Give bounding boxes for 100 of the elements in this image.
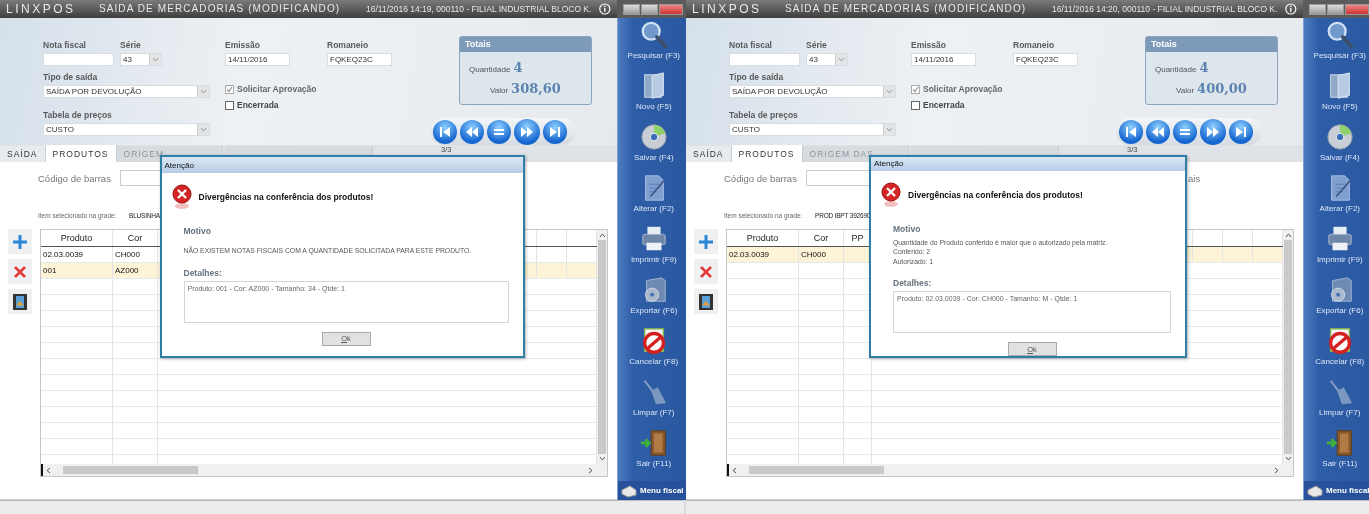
vertical-scrollbar[interactable] — [1283, 230, 1293, 464]
maximize-button[interactable] — [1327, 3, 1345, 15]
panel-title: Totais — [460, 37, 591, 52]
horizontal-scrollbar[interactable] — [41, 464, 607, 476]
first-button[interactable] — [1119, 119, 1143, 144]
previous-button[interactable] — [1146, 119, 1170, 144]
input-field[interactable]: FQKEQ23C — [327, 53, 392, 66]
next-icon — [1206, 125, 1220, 138]
previous-button[interactable] — [460, 119, 484, 144]
scroll-left-icon[interactable] — [46, 466, 51, 474]
dialog-heading: Divergências na conferência dos produtos! — [908, 189, 1083, 200]
next-button[interactable] — [1200, 118, 1226, 145]
sidebar-button[interactable]: Pesquisar (F3) — [618, 20, 690, 71]
vertical-scrollbar[interactable] — [597, 230, 607, 464]
film-button[interactable] — [8, 289, 32, 314]
tab[interactable]: SAÍDA — [686, 146, 732, 162]
caret-icon — [200, 127, 207, 132]
tab[interactable]: PRODUTOS — [731, 145, 803, 162]
first-button[interactable] — [433, 119, 457, 144]
table-cell: 02.03.0039 — [727, 247, 799, 262]
dialog-title: Atenção — [871, 157, 1185, 171]
previous-icon — [465, 125, 479, 138]
last-button[interactable] — [1229, 119, 1253, 144]
input-field[interactable]: 14/11/2016 — [225, 53, 290, 66]
select-field[interactable]: 43 — [806, 53, 848, 66]
checkbox[interactable] — [911, 100, 920, 110]
scroll-up-icon[interactable] — [1284, 233, 1292, 238]
delete-button[interactable] — [8, 259, 32, 284]
checkbox[interactable] — [225, 100, 234, 110]
first-icon — [438, 125, 452, 138]
section-label: Motivo — [183, 226, 212, 236]
select-field[interactable]: CUSTO — [43, 123, 210, 136]
select-field[interactable]: 43 — [120, 53, 162, 66]
session-info: 16/11/2016 14:19, 000110 - FILIAL INDUSTRIAL BLOCO K. — [366, 4, 592, 14]
total-value: 308,60 — [511, 81, 561, 96]
equals-button[interactable] — [1173, 119, 1197, 144]
film-icon — [698, 292, 714, 311]
sidebar-button[interactable]: Alterar (F2) — [1304, 173, 1369, 224]
plus-icon — [698, 233, 714, 250]
last-icon — [1234, 125, 1248, 138]
menu-fiscal-button[interactable]: Menu fiscal — [1304, 481, 1369, 500]
sidebar-button[interactable]: Alterar (F2) — [618, 173, 690, 224]
field-label: Código de barras — [724, 172, 798, 184]
input-field[interactable] — [729, 53, 800, 66]
field-label: Romaneio — [327, 40, 370, 50]
caret-icon — [152, 57, 159, 62]
field-label: ais — [1188, 172, 1202, 184]
scroll-right-icon[interactable] — [1274, 466, 1279, 474]
horizontal-scrollbar[interactable] — [727, 464, 1293, 476]
input-field[interactable] — [43, 53, 114, 66]
column-header[interactable]: Produto — [727, 230, 799, 246]
sidebar-button[interactable]: Novo (F5) — [1304, 71, 1369, 122]
sidebar-button[interactable]: Cancelar (F8) — [1304, 326, 1369, 377]
select-field[interactable]: SAÍDA POR DEVOLUÇÃO — [729, 85, 896, 98]
scroll-right-icon[interactable] — [588, 466, 593, 474]
sidebar-button[interactable]: Pesquisar (F3) — [1304, 20, 1369, 71]
field-label: Nota fiscal — [729, 40, 773, 50]
column-header[interactable]: Cor — [799, 230, 844, 246]
sidebar-button[interactable]: Salvar (F4) — [1304, 122, 1369, 173]
tab[interactable]: SAÍDA — [0, 146, 46, 162]
input-field[interactable]: FQKEQ23C — [1013, 53, 1078, 66]
last-icon — [548, 125, 562, 138]
scroll-left-icon[interactable] — [732, 466, 737, 474]
field-label: Nota fiscal — [43, 40, 87, 50]
input-field[interactable]: 14/11/2016 — [911, 53, 976, 66]
maximize-button[interactable] — [641, 3, 659, 15]
close-button[interactable] — [1345, 3, 1369, 15]
select-field[interactable]: CUSTO — [729, 123, 896, 136]
column-header[interactable]: Produto — [41, 230, 113, 246]
column-header[interactable]: Cor — [113, 230, 158, 246]
minimize-button[interactable] — [623, 3, 641, 15]
field-label: Série — [806, 40, 828, 50]
disc-icon — [1324, 122, 1355, 152]
field-label: Tabela de preços — [43, 110, 113, 120]
film-button[interactable] — [694, 289, 718, 314]
caret-icon — [886, 127, 893, 132]
equals-button[interactable] — [487, 119, 511, 144]
checkbox-label: Encerrada — [923, 100, 965, 110]
delete-button[interactable] — [694, 259, 718, 284]
next-button[interactable] — [514, 118, 540, 145]
close-button[interactable] — [659, 3, 684, 15]
sidebar-button[interactable]: Limpar (F7) — [618, 377, 690, 428]
section-label: Detalhes: — [893, 278, 933, 288]
minimize-button[interactable] — [1309, 3, 1327, 15]
sidebar-button[interactable]: Imprimir (F9) — [1304, 224, 1369, 275]
tab[interactable]: PRODUTOS — [45, 145, 117, 162]
select-field[interactable]: SAÍDA POR DEVOLUÇÃO — [43, 85, 210, 98]
scroll-down-icon[interactable] — [598, 456, 606, 461]
info-icon[interactable] — [1285, 3, 1297, 15]
add-button[interactable] — [694, 229, 718, 254]
sidebar-button[interactable]: Exportar (F6) — [1304, 275, 1369, 326]
info-icon[interactable] — [599, 3, 611, 15]
scroll-up-icon[interactable] — [598, 233, 606, 238]
add-button[interactable] — [8, 229, 32, 254]
table-cell: 001 — [41, 263, 113, 278]
previous-icon — [1151, 125, 1165, 138]
sidebar-button[interactable]: Limpar (F7) — [1304, 377, 1369, 428]
scroll-down-icon[interactable] — [1284, 456, 1292, 461]
sidebar-button[interactable]: Sair (F11) — [1304, 428, 1369, 479]
last-button[interactable] — [543, 119, 567, 144]
